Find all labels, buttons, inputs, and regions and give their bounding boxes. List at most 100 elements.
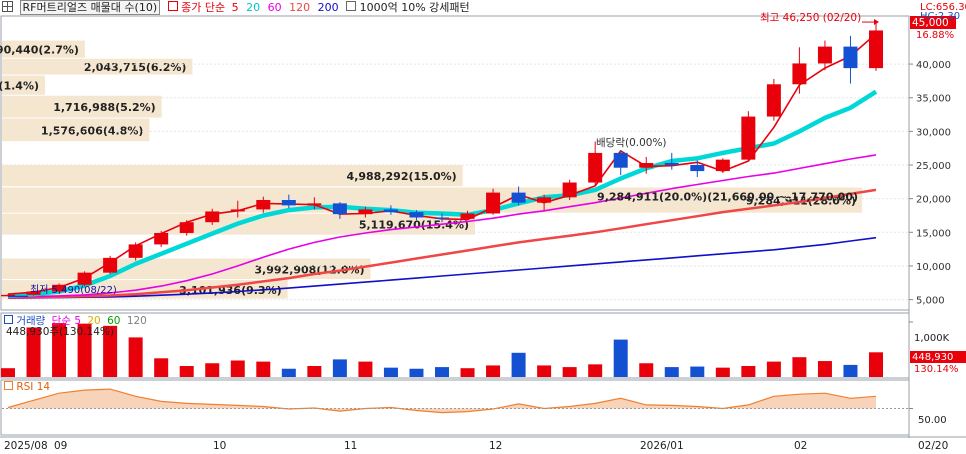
candle-body-13 — [332, 203, 347, 215]
volume-bar-29 — [741, 366, 756, 377]
ma-period-5: 5 — [231, 1, 239, 14]
ma-period-200: 200 — [317, 1, 339, 14]
ma-toggle-box[interactable] — [167, 1, 178, 11]
ma-period-120: 120 — [289, 1, 311, 14]
volume-summary: 448,930주(130.14%) — [6, 326, 114, 338]
volume-bar-23 — [588, 364, 603, 377]
volume-bar-30 — [766, 361, 781, 377]
volume-bar-16 — [409, 368, 424, 377]
candle-body-14 — [358, 209, 373, 215]
x-label-0: 2025/08 — [4, 440, 48, 452]
price-tick-label-2: 15,000 — [916, 228, 951, 239]
volume-profile-label-2: 466,364(1.4%) — [0, 80, 39, 93]
current-price-label: 45,000 — [912, 17, 949, 29]
volume-bar-13 — [332, 359, 347, 377]
x-label-7: 02/20 — [918, 440, 949, 452]
volume-current-pct: 130.14% — [914, 364, 959, 375]
price-tick-label-3: 20,000 — [916, 195, 951, 206]
candle-body-6 — [154, 232, 169, 245]
volume-bar-27 — [690, 366, 705, 377]
candle-body-8 — [205, 211, 220, 223]
high-annotation: 최고 46,250 (02/20) — [760, 12, 862, 24]
volume-toggle-box[interactable] — [4, 315, 13, 324]
candle-body-5 — [128, 244, 143, 258]
candle-body-19 — [486, 192, 501, 214]
volume-bar-0 — [1, 368, 15, 377]
event-annotation: 배당락(0.00%) — [596, 137, 667, 149]
volume-bar-21 — [537, 365, 552, 377]
candle-body-16 — [409, 212, 424, 218]
candle-body-23 — [588, 152, 603, 183]
volume-bar-8 — [205, 363, 220, 377]
band-annotation: 9,284,911(20.0%)(21,660.00 ~ 17,770.00) — [597, 191, 858, 204]
volume-bar-10 — [256, 361, 271, 377]
rsi-title: RSI 14 — [16, 381, 51, 393]
x-label-3: 11 — [344, 440, 358, 452]
volume-bar-28 — [715, 367, 730, 377]
candle-body-27 — [690, 165, 705, 172]
volume-bar-12 — [307, 366, 322, 377]
candle-body-22 — [562, 182, 577, 198]
volume-bar-11 — [281, 368, 296, 377]
volume-profile-label-1: 2,043,715(6.2%) — [84, 61, 187, 74]
stock-chart: 890,440(2.7%) 2,043,715(6.2%) 466,364(1.4%… — [0, 0, 966, 454]
rsi-legend: RSI 14 — [4, 381, 50, 394]
candle-body-31 — [792, 63, 807, 85]
volume-axis-label: 1,000K — [914, 333, 950, 344]
volume-profile-label-5: 4,988,292(15.0%) — [347, 170, 457, 183]
ma-label: 종가 단순 — [181, 1, 226, 14]
ma-period-20: 20 — [246, 1, 261, 14]
candle-body-20 — [511, 192, 526, 203]
volume-bar-15 — [383, 367, 398, 377]
candle-body-17 — [435, 217, 449, 219]
volume-bar-31 — [792, 357, 807, 377]
low-annotation: 최저 5,490(08/22) — [30, 285, 117, 296]
volume-bar-33 — [843, 364, 858, 377]
candle-body-18 — [460, 213, 475, 219]
candle-body-12 — [307, 203, 322, 206]
candle-body-7 — [179, 222, 194, 233]
x-label-2: 10 — [213, 440, 227, 452]
x-label-5: 2026/01 — [640, 440, 684, 452]
grid-icon[interactable] — [2, 1, 13, 12]
price-tick-label-0: 5,000 — [916, 296, 945, 307]
volume-bar-24 — [613, 339, 628, 377]
volume-profile-label: 1000억 10% 강세패턴 — [359, 1, 470, 14]
volume-bar-32 — [817, 361, 832, 377]
price-tick-label-4: 25,000 — [916, 161, 951, 172]
candle-body-30 — [766, 84, 781, 117]
volume-ma-120: 120 — [126, 315, 147, 327]
candle-body-34 — [869, 30, 883, 69]
x-label-6: 02 — [794, 440, 808, 452]
volume-bar-19 — [486, 365, 501, 377]
price-tick-label-7: 40,000 — [916, 60, 951, 71]
candle-body-29 — [741, 116, 756, 160]
candle-body-28 — [715, 159, 730, 172]
volume-bar-7 — [179, 366, 194, 377]
candle-body-21 — [537, 197, 552, 203]
candle-body-26 — [664, 163, 679, 166]
candle-body-9 — [230, 209, 245, 212]
price-tick-label-5: 30,000 — [916, 127, 951, 138]
candle-body-15 — [383, 209, 398, 213]
x-label-1: 09 — [54, 440, 68, 452]
rsi-toggle-box[interactable] — [4, 381, 13, 390]
candle-body-10 — [256, 200, 271, 210]
volume-bar-14 — [358, 361, 373, 377]
volume-bar-9 — [230, 360, 245, 377]
volume-bar-17 — [435, 367, 449, 377]
volume-bar-5 — [128, 337, 143, 377]
stock-title[interactable]: RF머트리얼즈 매물대 수(10) — [19, 0, 161, 15]
volume-profile-label-0: 890,440(2.7%) — [0, 44, 79, 57]
candle-body-32 — [817, 46, 832, 64]
candle-body-24 — [613, 152, 628, 168]
x-label-4: 12 — [489, 440, 503, 452]
volume-bar-20 — [511, 352, 526, 377]
volume-bar-6 — [154, 358, 169, 377]
volume-profile-label-4: 1,576,606(4.8%) — [41, 124, 144, 137]
vp-toggle-box[interactable] — [346, 1, 357, 11]
price-tick-label-1: 10,000 — [916, 262, 951, 273]
price-tick-label-6: 35,000 — [916, 94, 951, 105]
volume-bar-26 — [664, 367, 679, 377]
change-label: 16.88% — [916, 30, 955, 41]
